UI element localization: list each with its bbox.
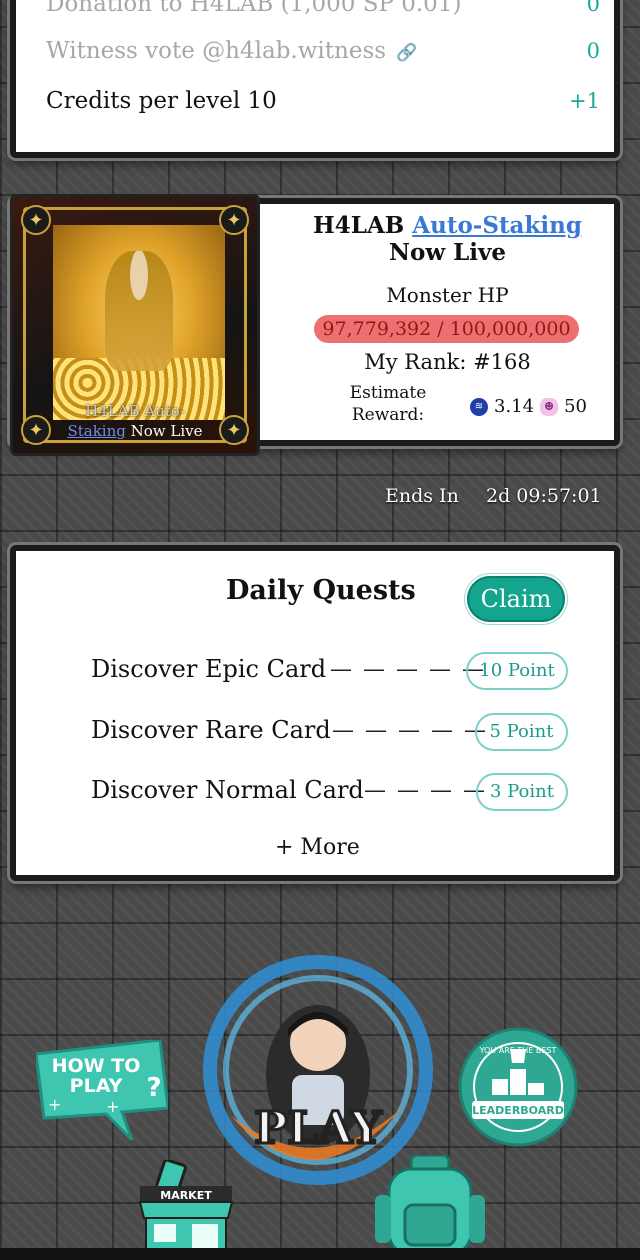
quest-epic-points: 10 Point <box>466 652 568 690</box>
play-label: PLAY <box>254 1103 382 1154</box>
quest-normal-label: Discover Normal Card <box>91 776 364 804</box>
how-to-line2: PLAY <box>70 1075 123 1097</box>
inventory-bag-button[interactable] <box>375 1155 485 1255</box>
card-caption: H4LAB Auto- Staking Now Live <box>13 401 257 441</box>
system-nav-bar <box>0 1248 640 1260</box>
more-quests-link[interactable]: + More <box>275 835 360 860</box>
card-caption-link[interactable]: Staking <box>67 422 125 440</box>
svg-text:+: + <box>48 1095 61 1114</box>
claim-button[interactable]: Claim <box>467 576 565 622</box>
daily-quests-title: Daily Quests <box>226 575 416 606</box>
card-caption-ghost: H4LAB Auto- <box>85 402 185 420</box>
my-rank: My Rank: #168 <box>364 350 531 374</box>
card-caption-rest: Now Live <box>125 422 203 440</box>
quest-rare-points: 5 Point <box>475 713 568 751</box>
corner-ornament-icon: ✦ <box>219 205 249 235</box>
credits-level-label: Credits per level 10 <box>46 88 277 114</box>
leaderboard-button[interactable]: YOU ARE THE BEST LEADERBOARD <box>458 1027 578 1147</box>
credits-level-value: +1 <box>569 89 600 113</box>
leaderboard-label: LEADERBOARD <box>472 1104 564 1117</box>
ends-in-label: Ends In <box>385 485 459 507</box>
quest-normal-dashes: — — — — <box>364 778 487 803</box>
question-mark-icon: ? <box>146 1073 161 1103</box>
donation-value: 0 <box>586 0 600 16</box>
staking-title-prefix: H4LAB <box>313 212 413 239</box>
quest-rare-label: Discover Rare Card <box>91 716 331 744</box>
estimate-reward-values: ≋ 3.14 ☻ 50 <box>470 396 587 417</box>
reward-steem-value: 3.14 <box>494 396 535 417</box>
monster-point-icon: ☻ <box>540 397 559 416</box>
quest-normal-points: 3 Point <box>476 773 568 811</box>
witness-vote-label: Witness vote @h4lab.witness 🔗 <box>46 38 418 64</box>
reward-points-value: 50 <box>564 396 587 417</box>
monster-hp-label: Monster HP <box>386 283 509 307</box>
staking-title-line2: Now Live <box>388 239 507 266</box>
witness-vote-value: 0 <box>586 39 600 63</box>
market-label: MARKET <box>160 1189 212 1202</box>
credits-level-row: Credits per level 10 +1 <box>46 88 600 114</box>
steem-coin-icon: ≋ <box>470 397 488 416</box>
quest-epic-label: Discover Epic Card <box>91 655 327 683</box>
corner-ornament-icon: ✦ <box>21 205 51 235</box>
donation-label: Donation to H4LAB (1,000 SP 0.01) <box>46 0 462 17</box>
witness-vote-row[interactable]: Witness vote @h4lab.witness 🔗 0 <box>46 38 600 64</box>
estimate-reward-label: Estimate Reward: <box>349 383 427 425</box>
link-icon[interactable]: 🔗 <box>396 43 417 63</box>
quest-rare-dashes: — — — — — <box>332 718 488 743</box>
donation-row[interactable]: Donation to H4LAB (1,000 SP 0.01) 0 <box>46 0 600 17</box>
quest-epic-dashes: — — — — — <box>330 657 486 682</box>
monster-hp-bar: 97,779,392 / 100,000,000 <box>314 315 579 343</box>
golden-angel-illustration <box>53 225 225 420</box>
market-button[interactable]: MARKET <box>136 1160 236 1252</box>
auto-staking-link[interactable]: Auto-Staking <box>412 212 582 239</box>
credits-panel <box>10 0 620 158</box>
ends-in-countdown: 2d 09:57:01 <box>486 485 602 507</box>
how-to-line1: HOW TO <box>52 1055 141 1077</box>
auto-staking-card-art[interactable]: ✦ ✦ ✦ ✦ H4LAB Auto- Staking Now Live <box>10 194 260 456</box>
svg-text:+: + <box>106 1097 119 1116</box>
how-to-play-button[interactable]: HOW TO PLAY ? + + <box>36 1040 168 1140</box>
trophy-icon <box>510 1049 526 1063</box>
staking-title: H4LAB Auto-Staking Now Live <box>255 212 640 266</box>
